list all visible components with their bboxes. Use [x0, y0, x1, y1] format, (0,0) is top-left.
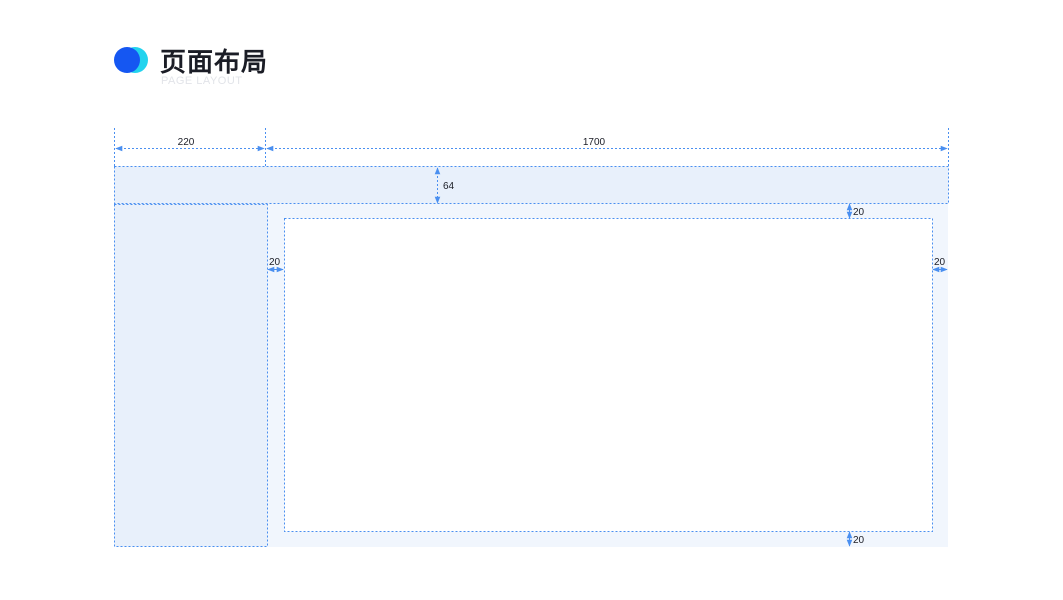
layout-diagram: 220 1700 64 20 20 20 20: [114, 128, 949, 547]
header-height-label: 64: [443, 181, 455, 192]
padding-left-label: 20: [269, 257, 281, 268]
content-width-label: 1700: [583, 137, 606, 148]
content-region: [284, 218, 933, 532]
header-region: [114, 166, 949, 204]
padding-right-label: 20: [934, 257, 946, 268]
sidebar-region: [114, 204, 268, 547]
padding-top-label: 20: [853, 207, 865, 218]
padding-bottom-label: 20: [853, 535, 865, 546]
sidebar-width-label: 220: [178, 137, 195, 148]
